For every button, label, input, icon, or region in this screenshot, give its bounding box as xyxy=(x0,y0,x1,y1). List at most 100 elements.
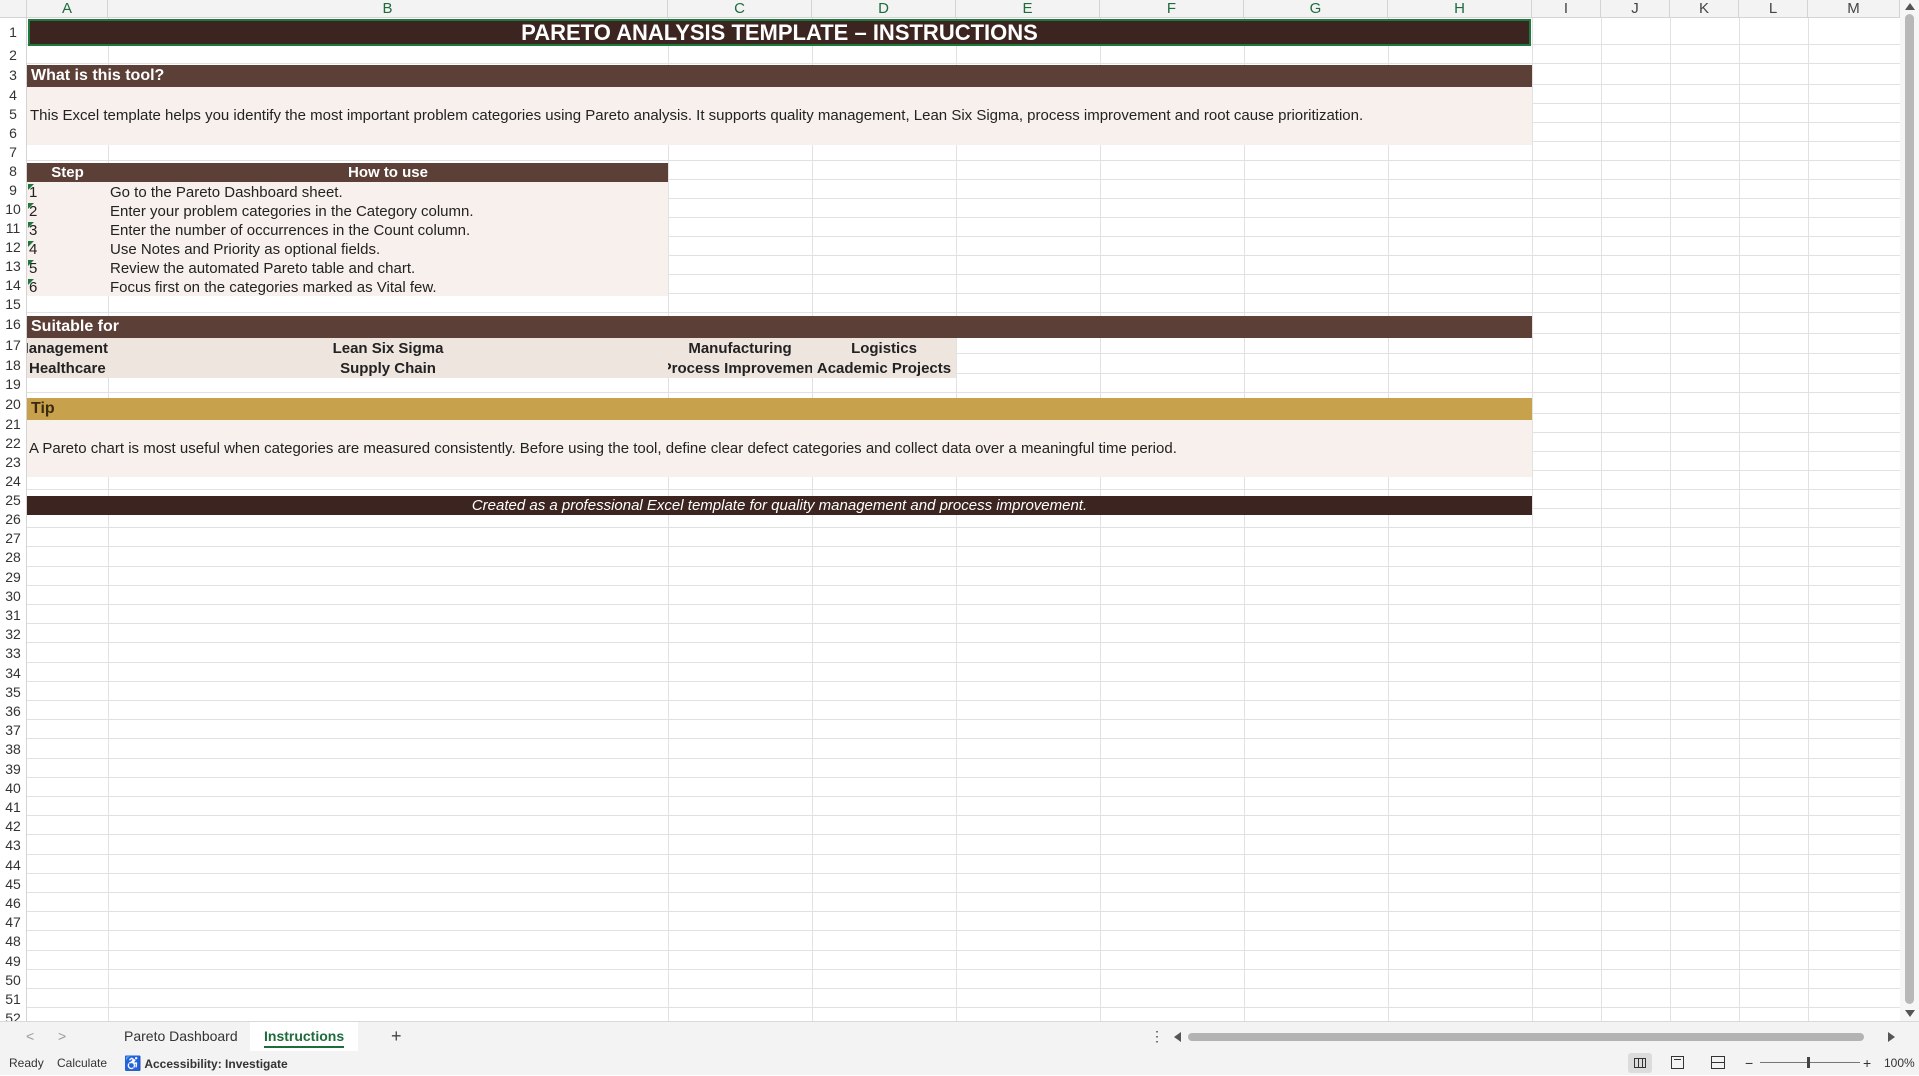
row-header-44[interactable]: 44 xyxy=(0,854,27,874)
row-header-11[interactable]: 11 xyxy=(0,218,27,237)
column-header-i[interactable]: I xyxy=(1532,0,1601,18)
horizontal-scroll-thumb[interactable] xyxy=(1188,1033,1864,1041)
tip-text[interactable]: A Pareto chart is most useful when categ… xyxy=(27,420,1532,477)
tag-healthcare[interactable]: Healthcare xyxy=(27,359,108,378)
normal-view-icon[interactable] xyxy=(1628,1053,1652,1073)
column-header-f[interactable]: F xyxy=(1100,0,1244,18)
row-header-25[interactable]: 25 xyxy=(0,490,27,509)
row-header-32[interactable]: 32 xyxy=(0,624,27,644)
scroll-down-icon[interactable] xyxy=(1905,1010,1915,1017)
vertical-scroll-thumb[interactable] xyxy=(1905,14,1914,1004)
more-options-icon[interactable]: ⋮ xyxy=(1150,1022,1164,1051)
row-header-35[interactable]: 35 xyxy=(0,681,27,701)
row-header-8[interactable]: 8 xyxy=(0,161,27,180)
prev-sheet-icon[interactable]: < xyxy=(26,1022,34,1051)
row-header-3[interactable]: 3 xyxy=(0,64,27,85)
tab-pareto-dashboard[interactable]: Pareto Dashboard xyxy=(110,1022,252,1051)
step-description[interactable]: Enter your problem categories in the Cat… xyxy=(110,202,666,221)
row-header-30[interactable]: 30 xyxy=(0,585,27,605)
column-header-h[interactable]: H xyxy=(1388,0,1532,18)
tag-process-improvement[interactable]: Process Improvement xyxy=(668,359,812,378)
step-number[interactable]: 5 xyxy=(29,259,108,278)
row-header-26[interactable]: 26 xyxy=(0,509,27,529)
zoom-slider[interactable] xyxy=(1760,1057,1860,1068)
column-header-b[interactable]: B xyxy=(108,0,668,18)
row-header-19[interactable]: 19 xyxy=(0,374,27,393)
step-description[interactable]: Enter the number of occurrences in the C… xyxy=(110,221,666,240)
zoom-in-button[interactable]: + xyxy=(1863,1051,1871,1075)
zoom-slider-handle[interactable] xyxy=(1807,1057,1810,1068)
row-header-52[interactable]: 52 xyxy=(0,1008,27,1021)
row-header-13[interactable]: 13 xyxy=(0,256,27,275)
zoom-level[interactable]: 100% xyxy=(1884,1051,1915,1075)
how-to-use-column-header[interactable]: How to use xyxy=(108,163,668,182)
row-header-46[interactable]: 46 xyxy=(0,893,27,913)
row-header-39[interactable]: 39 xyxy=(0,758,27,778)
vertical-scrollbar[interactable] xyxy=(1900,0,1919,1021)
column-header-k[interactable]: K xyxy=(1670,0,1739,18)
step-description[interactable]: Review the automated Pareto table and ch… xyxy=(110,259,666,278)
column-header-e[interactable]: E xyxy=(956,0,1100,18)
row-header-27[interactable]: 27 xyxy=(0,528,27,548)
section-header-what[interactable]: What is this tool? xyxy=(27,65,1532,87)
row-header-21[interactable]: 21 xyxy=(0,414,27,433)
tab-instructions[interactable]: Instructions xyxy=(250,1022,359,1051)
tag-manufacturing[interactable]: Manufacturing xyxy=(668,339,812,358)
row-header-5[interactable]: 5 xyxy=(0,104,27,123)
row-header-40[interactable]: 40 xyxy=(0,777,27,797)
row-header-23[interactable]: 23 xyxy=(0,452,27,471)
page-break-preview-icon[interactable] xyxy=(1711,1056,1725,1069)
step-description[interactable]: Focus first on the categories marked as … xyxy=(110,278,666,297)
row-header-1[interactable]: 1 xyxy=(0,18,27,45)
section-header-suitable[interactable]: Suitable for xyxy=(27,316,1532,338)
scroll-up-icon[interactable] xyxy=(1905,3,1915,10)
column-header-m[interactable]: M xyxy=(1808,0,1900,18)
row-header-43[interactable]: 43 xyxy=(0,835,27,855)
tag-supply-chain[interactable]: Supply Chain xyxy=(108,359,668,378)
row-header-41[interactable]: 41 xyxy=(0,797,27,817)
row-header-29[interactable]: 29 xyxy=(0,566,27,586)
add-sheet-button[interactable]: + xyxy=(391,1022,402,1051)
column-header-j[interactable]: J xyxy=(1601,0,1670,18)
select-all-corner[interactable] xyxy=(0,0,27,18)
tag-quality-management[interactable]: Quality Management xyxy=(27,339,108,358)
row-header-12[interactable]: 12 xyxy=(0,237,27,256)
tag-logistics[interactable]: Logistics xyxy=(812,339,956,358)
column-header-d[interactable]: D xyxy=(812,0,956,18)
row-header-2[interactable]: 2 xyxy=(0,45,27,64)
row-header-38[interactable]: 38 xyxy=(0,739,27,759)
row-header-49[interactable]: 49 xyxy=(0,950,27,970)
row-header-22[interactable]: 22 xyxy=(0,433,27,452)
status-calculate[interactable]: Calculate xyxy=(57,1051,107,1075)
row-header-36[interactable]: 36 xyxy=(0,701,27,721)
row-header-37[interactable]: 37 xyxy=(0,720,27,740)
footer-banner[interactable]: Created as a professional Excel template… xyxy=(27,496,1532,515)
row-header-31[interactable]: 31 xyxy=(0,605,27,625)
row-header-33[interactable]: 33 xyxy=(0,643,27,663)
row-header-34[interactable]: 34 xyxy=(0,662,27,682)
zoom-out-button[interactable]: − xyxy=(1745,1051,1753,1075)
tag-academic-projects[interactable]: Academic Projects xyxy=(812,359,956,378)
step-number[interactable]: 1 xyxy=(29,183,108,202)
step-column-header[interactable]: Step xyxy=(27,163,108,182)
step-description[interactable]: Use Notes and Priority as optional field… xyxy=(110,240,666,259)
row-header-50[interactable]: 50 xyxy=(0,969,27,989)
row-header-7[interactable]: 7 xyxy=(0,142,27,161)
row-header-14[interactable]: 14 xyxy=(0,275,27,294)
row-header-4[interactable]: 4 xyxy=(0,85,27,104)
accessibility-status[interactable]: ♿ Accessibility: Investigate xyxy=(124,1051,288,1076)
horizontal-scroll-right-icon[interactable] xyxy=(1888,1032,1895,1042)
step-number[interactable]: 6 xyxy=(29,278,108,297)
column-header-l[interactable]: L xyxy=(1739,0,1808,18)
row-header-15[interactable]: 15 xyxy=(0,294,27,313)
step-number[interactable]: 3 xyxy=(29,221,108,240)
column-header-g[interactable]: G xyxy=(1244,0,1388,18)
page-title[interactable]: PARETO ANALYSIS TEMPLATE – INSTRUCTIONS xyxy=(28,19,1531,46)
spreadsheet-grid[interactable]: A B C D E F G H I J K L M 1 2 3 4 5 6 7 8 9 10 11 1… xyxy=(0,0,1919,1021)
step-description[interactable]: Go to the Pareto Dashboard sheet. xyxy=(110,183,666,202)
column-header-a[interactable]: A xyxy=(27,0,108,18)
row-header-6[interactable]: 6 xyxy=(0,123,27,142)
row-header-51[interactable]: 51 xyxy=(0,989,27,1009)
row-header-48[interactable]: 48 xyxy=(0,931,27,951)
column-header-c[interactable]: C xyxy=(668,0,812,18)
